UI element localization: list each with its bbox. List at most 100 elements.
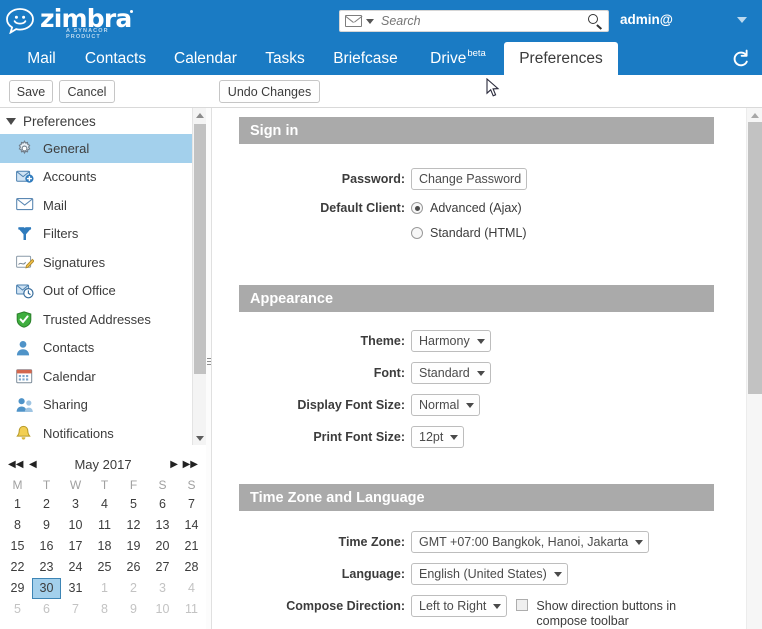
- change-password-button[interactable]: Change Password: [411, 168, 528, 190]
- calendar-day[interactable]: 2: [32, 494, 61, 515]
- show-direction-buttons-checkbox-group[interactable]: Show direction buttons in compose toolba…: [516, 599, 676, 629]
- tab-briefcase[interactable]: Briefcase: [319, 42, 412, 75]
- sidebar-item-filters[interactable]: Filters: [0, 220, 206, 249]
- tab-calendar[interactable]: Calendar: [160, 42, 251, 75]
- calendar-day[interactable]: 26: [119, 557, 148, 578]
- password-label: Password:: [341, 172, 405, 186]
- tab-tasks[interactable]: Tasks: [251, 42, 319, 75]
- radio-button[interactable]: [411, 227, 423, 239]
- tab-preferences[interactable]: Preferences: [504, 42, 618, 75]
- compose-direction-select[interactable]: Left to Right: [411, 595, 508, 617]
- calendar-day[interactable]: 15: [3, 536, 32, 557]
- display-font-size-select[interactable]: Normal: [411, 394, 481, 416]
- sidebar-item-trusted-addresses[interactable]: Trusted Addresses: [0, 305, 206, 334]
- calendar-day[interactable]: 1: [90, 578, 119, 599]
- scroll-up-arrow-icon[interactable]: [193, 108, 207, 122]
- sidebar-item-notifications[interactable]: Notifications: [0, 419, 206, 448]
- font-select[interactable]: Standard: [411, 362, 491, 384]
- chevron-down-icon[interactable]: [737, 17, 747, 23]
- tab-mail[interactable]: Mail: [12, 42, 71, 75]
- calendar-day[interactable]: 1: [3, 494, 32, 515]
- print-font-size-select[interactable]: 12pt: [411, 426, 465, 448]
- calendar-day[interactable]: 29: [3, 578, 32, 599]
- calendar-day[interactable]: 6: [32, 599, 61, 620]
- sidebar-item-accounts[interactable]: Accounts: [0, 163, 206, 192]
- language-select[interactable]: English (United States): [411, 563, 568, 585]
- calendar-day[interactable]: 24: [61, 557, 90, 578]
- scroll-up-arrow-icon[interactable]: [747, 108, 762, 122]
- calendar-day[interactable]: 10: [148, 599, 177, 620]
- default-client-label: Default Client:: [320, 201, 405, 215]
- search-input[interactable]: [381, 14, 585, 28]
- calendar-day[interactable]: 11: [177, 599, 206, 620]
- calendar-day[interactable]: 7: [61, 599, 90, 620]
- search-icon[interactable]: [585, 11, 605, 31]
- calendar-day[interactable]: 23: [32, 557, 61, 578]
- calendar-day[interactable]: 14: [177, 515, 206, 536]
- calendar-day[interactable]: 9: [119, 599, 148, 620]
- calendar-day[interactable]: 3: [148, 578, 177, 599]
- calendar-day[interactable]: 8: [3, 515, 32, 536]
- undo-changes-button[interactable]: Undo Changes: [219, 80, 320, 103]
- calendar-day[interactable]: 18: [90, 536, 119, 557]
- calendar-day[interactable]: 28: [177, 557, 206, 578]
- section-header-signin: Sign in: [239, 117, 714, 144]
- refresh-icon[interactable]: [730, 48, 752, 70]
- main-scrollbar[interactable]: [746, 108, 762, 629]
- calendar-day[interactable]: 2: [119, 578, 148, 599]
- radio-advanced-ajax[interactable]: Advanced (Ajax): [411, 201, 522, 215]
- radio-standard-html[interactable]: Standard (HTML): [411, 226, 527, 240]
- zimbra-logo[interactable]: zimbra A SYNACOR PRODUCT: [6, 4, 146, 40]
- calendar-day[interactable]: 9: [32, 515, 61, 536]
- calendar-day[interactable]: 11: [90, 515, 119, 536]
- chevron-down-icon[interactable]: [366, 18, 374, 24]
- calendar-day[interactable]: 3: [61, 494, 90, 515]
- sidebar-header[interactable]: Preferences: [0, 108, 206, 134]
- calendar-day-today[interactable]: 30: [32, 578, 61, 599]
- radio-button[interactable]: [411, 202, 423, 214]
- calendar-day[interactable]: 8: [90, 599, 119, 620]
- calendar-day[interactable]: 4: [177, 578, 206, 599]
- sidebar-item-mail[interactable]: Mail: [0, 191, 206, 220]
- sidebar-scrollbar-thumb[interactable]: [194, 124, 206, 374]
- show-direction-buttons-checkbox[interactable]: [516, 599, 529, 611]
- calendar-day[interactable]: 5: [3, 599, 32, 620]
- search-bar[interactable]: [339, 10, 609, 32]
- sidebar-item-signatures[interactable]: Signatures: [0, 248, 206, 277]
- calendar-day[interactable]: 13: [148, 515, 177, 536]
- scroll-down-arrow-icon[interactable]: [193, 431, 207, 445]
- tab-contacts[interactable]: Contacts: [71, 42, 160, 75]
- cancel-button[interactable]: Cancel: [59, 80, 115, 103]
- calendar-day[interactable]: 7: [177, 494, 206, 515]
- calendar-last-page-icon[interactable]: ▶▶: [183, 459, 198, 470]
- sidebar-item-out-of-office[interactable]: Out of Office: [0, 277, 206, 306]
- sidebar-item-contacts[interactable]: Contacts: [0, 334, 206, 363]
- sidebar-scrollbar[interactable]: [192, 108, 207, 445]
- save-button[interactable]: Save: [9, 80, 53, 103]
- calendar-day[interactable]: 31: [61, 578, 90, 599]
- calendar-day[interactable]: 25: [90, 557, 119, 578]
- calendar-day[interactable]: 4: [90, 494, 119, 515]
- calendar-day[interactable]: 21: [177, 536, 206, 557]
- panel-splitter[interactable]: [206, 108, 212, 629]
- calendar-day[interactable]: 20: [148, 536, 177, 557]
- sidebar-item-general[interactable]: General: [0, 134, 206, 163]
- calendar-next-month-icon[interactable]: ▶: [170, 459, 178, 470]
- timezone-select[interactable]: GMT +07:00 Bangkok, Hanoi, Jakarta: [411, 531, 650, 553]
- calendar-day[interactable]: 12: [119, 515, 148, 536]
- calendar-day[interactable]: 27: [148, 557, 177, 578]
- sidebar-item-calendar[interactable]: Calendar: [0, 362, 206, 391]
- language-row: Language: English (United States): [239, 563, 568, 585]
- calendar-day[interactable]: 17: [61, 536, 90, 557]
- calendar-day[interactable]: 10: [61, 515, 90, 536]
- calendar-day[interactable]: 22: [3, 557, 32, 578]
- main-scrollbar-thumb[interactable]: [748, 122, 762, 394]
- sidebar-item-sharing[interactable]: Sharing: [0, 391, 206, 420]
- calendar-day[interactable]: 16: [32, 536, 61, 557]
- calendar-day[interactable]: 19: [119, 536, 148, 557]
- tab-drive[interactable]: Drive beta: [412, 42, 504, 75]
- calendar-day[interactable]: 5: [119, 494, 148, 515]
- theme-select[interactable]: Harmony: [411, 330, 491, 352]
- calendar-day[interactable]: 6: [148, 494, 177, 515]
- account-label[interactable]: admin@: [620, 12, 673, 27]
